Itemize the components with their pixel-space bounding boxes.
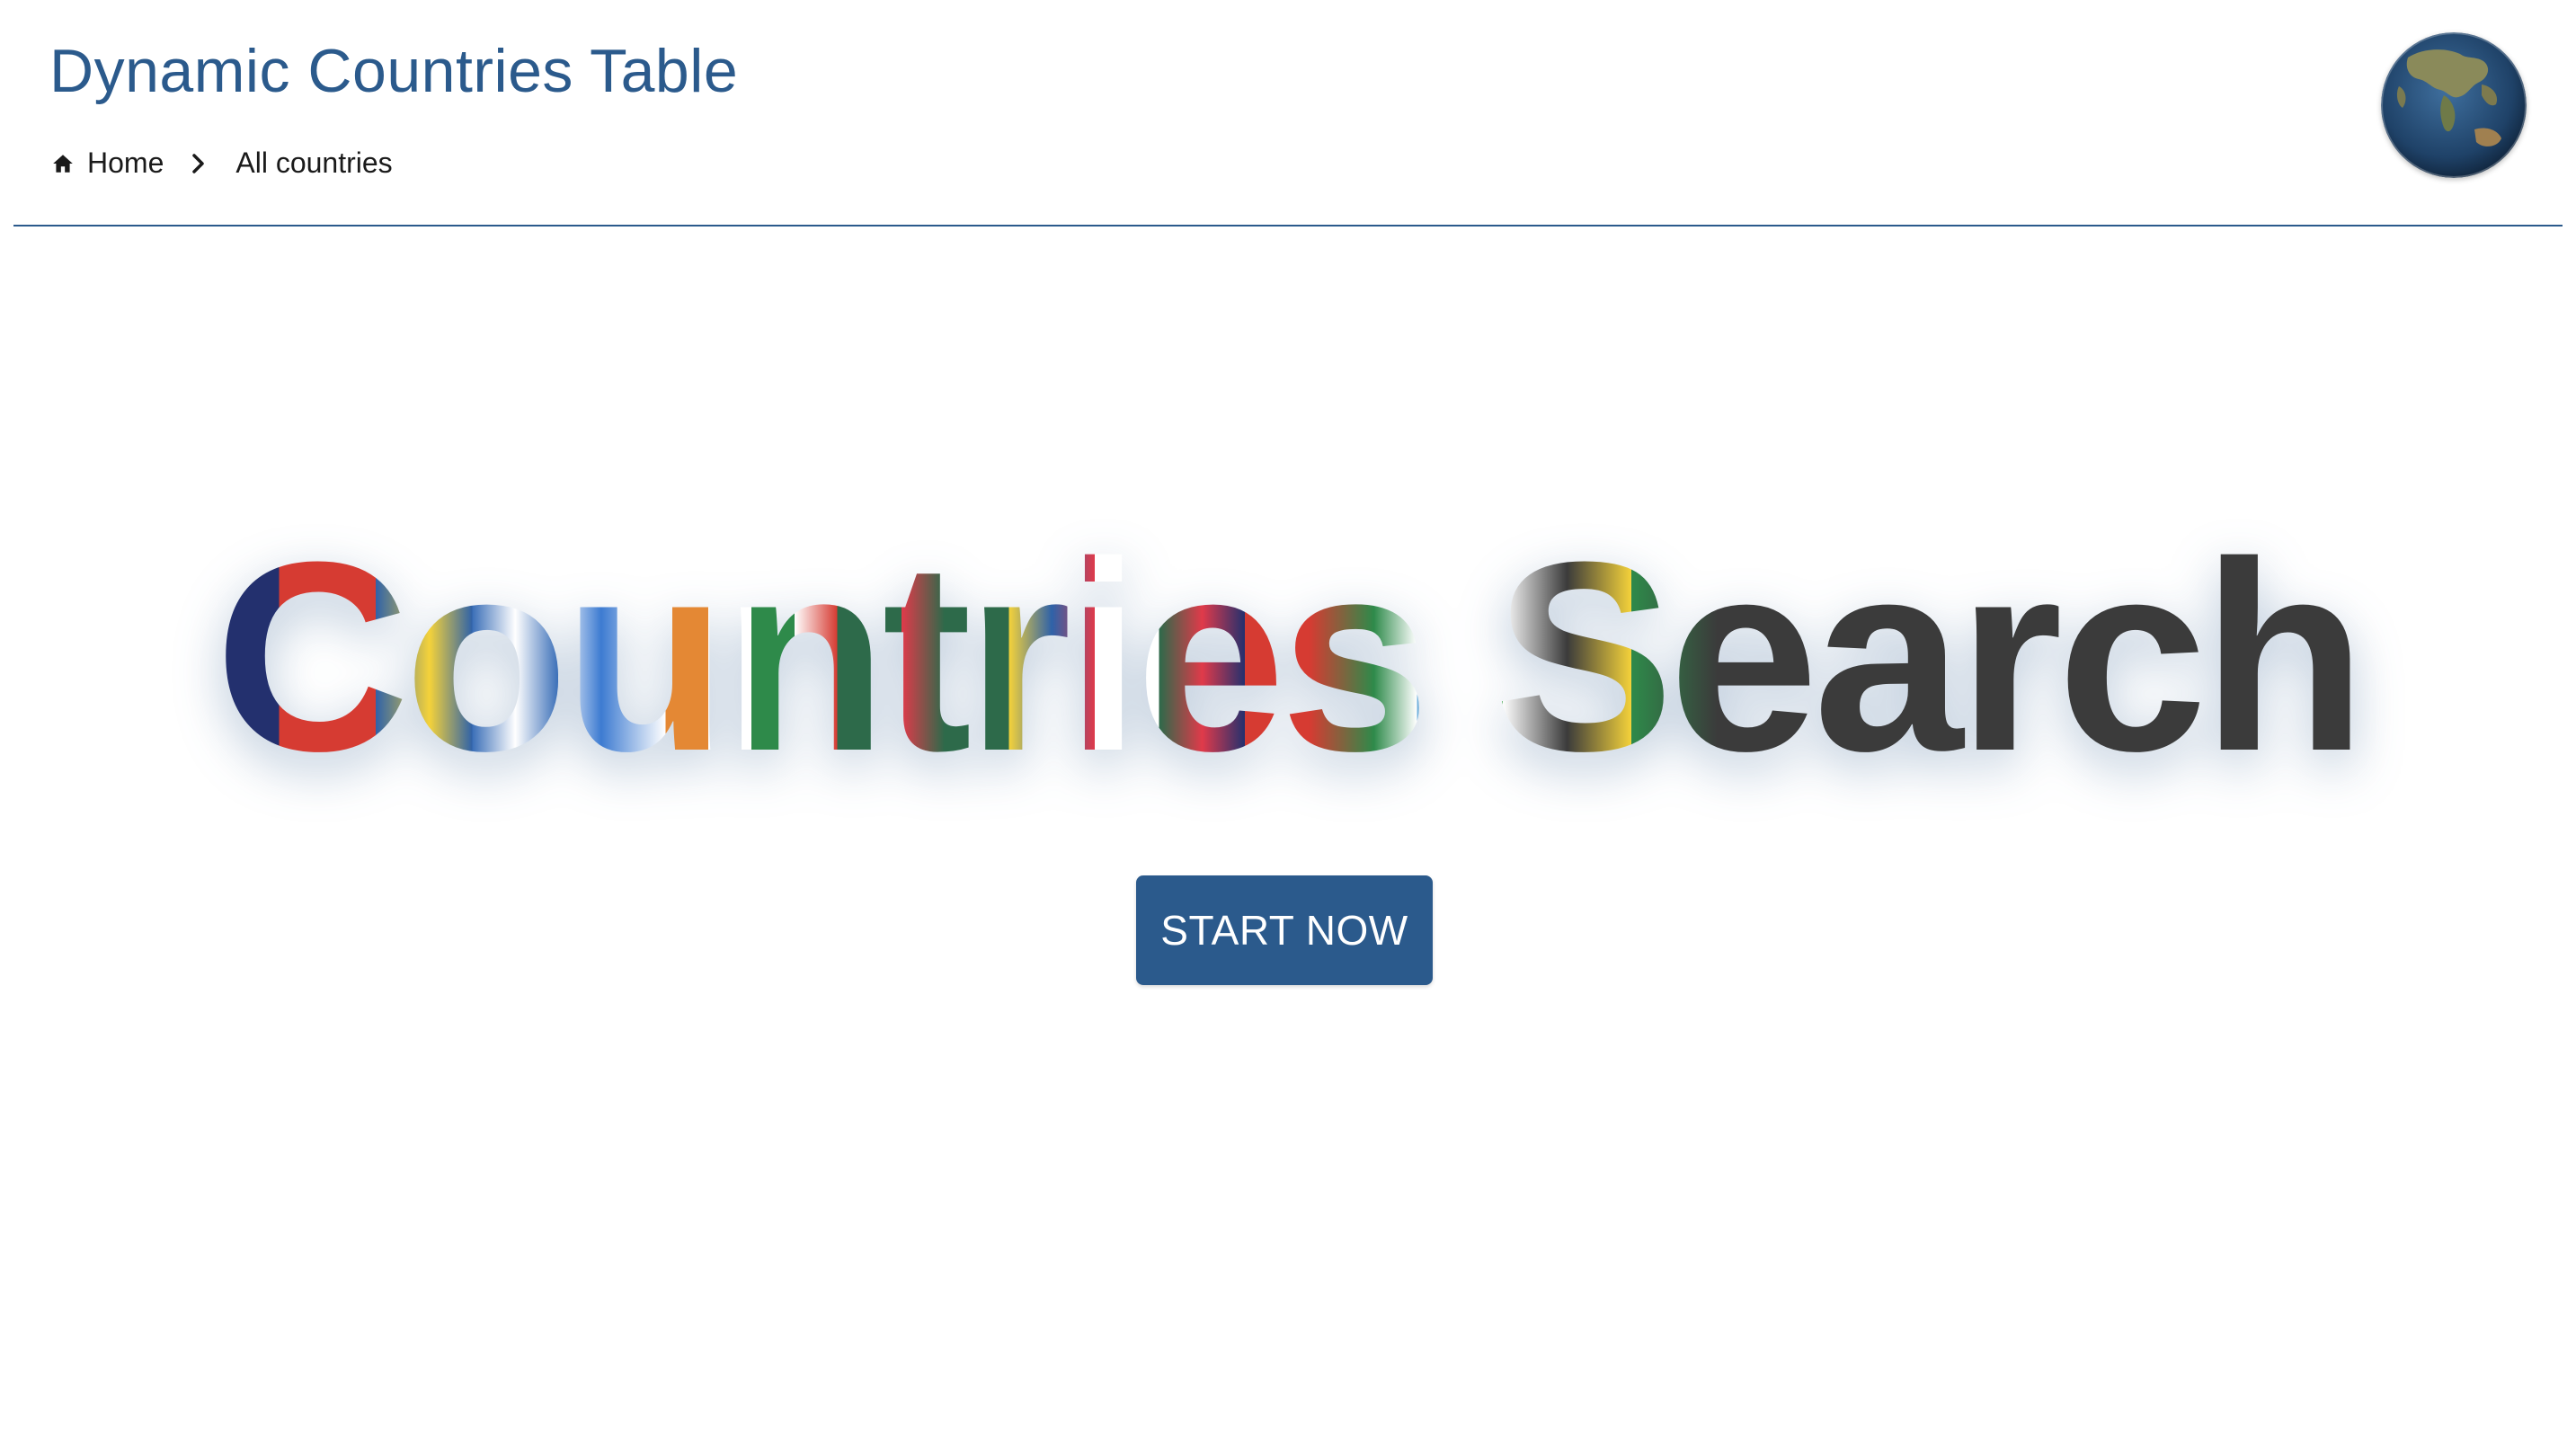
globe-icon[interactable] [2381, 32, 2527, 178]
start-now-button[interactable]: START NOW [1136, 875, 1433, 985]
app-header: Dynamic Countries Table Home All countri… [13, 0, 2563, 226]
breadcrumb: Home All countries [51, 147, 393, 180]
home-icon [53, 154, 73, 173]
app-title: Dynamic Countries Table [49, 37, 739, 105]
hero-title: Countries Search [214, 503, 2362, 809]
breadcrumb-home[interactable]: Home [51, 147, 164, 180]
breadcrumb-current: All countries [235, 147, 393, 179]
chevron-right-icon [192, 153, 205, 173]
hero-section: Countries Search [0, 503, 2576, 809]
breadcrumb-home-label: Home [87, 147, 164, 179]
page: Dynamic Countries Table Home All countri… [0, 0, 2576, 1430]
